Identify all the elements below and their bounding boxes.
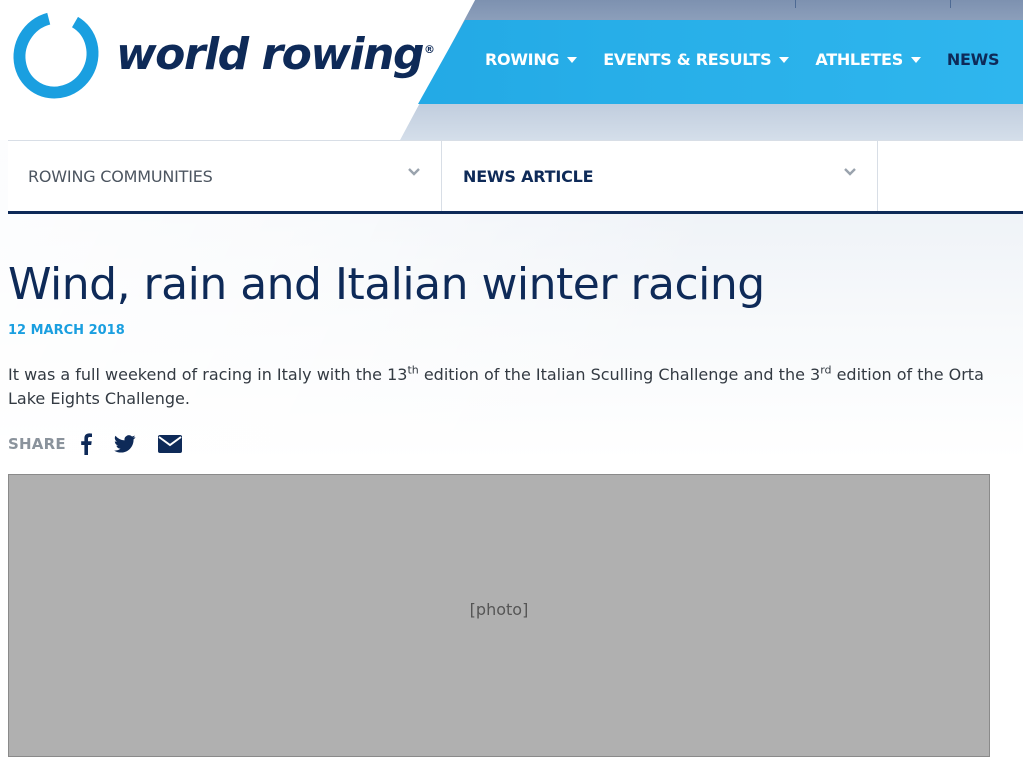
chevron-down-icon xyxy=(407,165,421,179)
top-divider xyxy=(950,0,951,8)
nav-item-label: ROWING xyxy=(485,50,560,69)
share-label: SHARE xyxy=(8,435,66,453)
article-date: 12 MARCH 2018 xyxy=(8,323,125,338)
intro-text: It was a full weekend of racing in Italy… xyxy=(8,365,408,384)
logo-ring-icon xyxy=(8,10,104,100)
facebook-icon[interactable] xyxy=(80,433,92,455)
intro-text: edition of the Italian Sculling Challeng… xyxy=(418,365,821,384)
registered-mark: ® xyxy=(423,43,435,57)
article-photo: [photo] xyxy=(8,474,990,757)
logo-wordmark-text: world rowing xyxy=(116,29,424,80)
main-nav: ROWING EVENTS & RESULTS ATHLETES NEWS xyxy=(485,50,1000,69)
caret-down-icon xyxy=(910,56,921,63)
email-icon[interactable] xyxy=(157,435,182,453)
nav-item-label: ATHLETES xyxy=(815,50,903,69)
nav-item-news[interactable]: NEWS xyxy=(946,50,1000,69)
top-divider xyxy=(795,0,796,8)
intro-superscript: rd xyxy=(820,363,832,377)
article-title: Wind, rain and Italian winter racing xyxy=(8,259,765,310)
article-intro: It was a full weekend of racing in Italy… xyxy=(8,363,998,411)
nav-item-athletes[interactable]: ATHLETES xyxy=(815,50,921,69)
logo-wordmark: world rowing® xyxy=(116,33,435,77)
photo-placeholder-label: [photo] xyxy=(469,600,529,619)
world-rowing-logo[interactable]: world rowing® xyxy=(8,10,435,100)
nav-item-label: EVENTS & RESULTS xyxy=(603,50,772,69)
page-dropdown[interactable]: NEWS ARTICLE xyxy=(442,141,878,211)
chevron-down-icon xyxy=(843,165,857,179)
twitter-icon[interactable] xyxy=(113,435,136,453)
caret-down-icon xyxy=(567,56,578,63)
section-dropdown[interactable]: ROWING COMMUNITIES xyxy=(8,141,442,211)
nav-item-label: NEWS xyxy=(946,50,1000,69)
page-dropdown-label: NEWS ARTICLE xyxy=(463,166,594,186)
breadcrumb-nav: ROWING COMMUNITIES NEWS ARTICLE xyxy=(8,140,1023,214)
nav-item-events-results[interactable]: EVENTS & RESULTS xyxy=(603,50,790,69)
caret-down-icon xyxy=(779,56,790,63)
section-dropdown-label: ROWING COMMUNITIES xyxy=(28,166,213,186)
nav-item-rowing[interactable]: ROWING xyxy=(485,50,578,69)
intro-superscript: th xyxy=(407,363,419,377)
share-bar: SHARE xyxy=(8,432,204,456)
